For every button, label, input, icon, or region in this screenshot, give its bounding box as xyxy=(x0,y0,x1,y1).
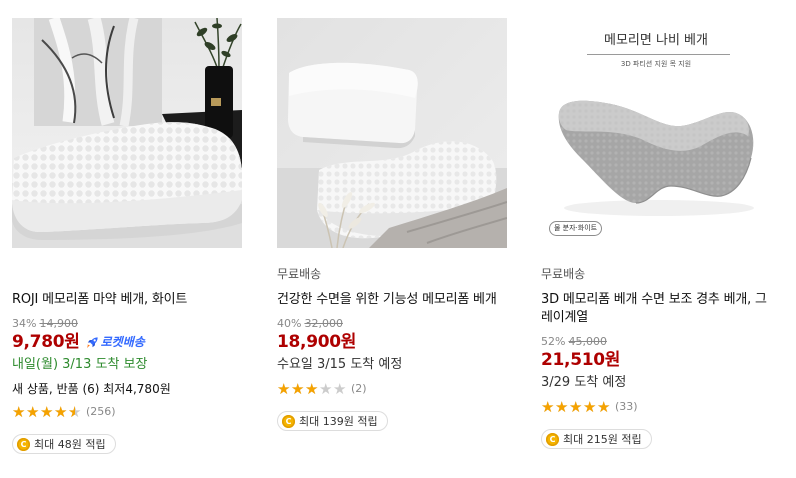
rating: (2) xyxy=(277,381,507,397)
coin-icon: C xyxy=(282,414,295,428)
star-icon xyxy=(40,404,54,420)
star-icon xyxy=(68,404,82,420)
sale-price: 18,900원 xyxy=(277,332,357,352)
original-price-row: 34% 14,900 xyxy=(12,317,242,331)
product-image[interactable]: 메모리면 나비 베개 3D 파티션 지원 목 지원 물 분자·화이트 xyxy=(541,18,771,248)
product-title[interactable]: ROJI 메모리폼 마약 베개, 화이트 xyxy=(12,291,242,309)
coin-icon: C xyxy=(17,437,30,451)
discount-rate: 52% xyxy=(541,335,566,348)
product-title[interactable]: 건강한 수면을 위한 기능성 메모리폼 베개 xyxy=(277,291,507,309)
rating: (33) xyxy=(541,399,771,415)
product-grid: ROJI 메모리폼 마약 베개, 화이트 34% 14,900 9,780원 로켓… xyxy=(0,0,796,478)
star-icon xyxy=(583,399,597,415)
star-icon xyxy=(54,404,68,420)
original-price-row: 40% 32,000 xyxy=(277,317,507,331)
reward-label: 최대 139원 적립 xyxy=(299,415,378,428)
sale-price-row: 18,900원 xyxy=(277,332,507,352)
review-count: (2) xyxy=(351,382,367,395)
star-icon xyxy=(305,381,319,397)
rating: (256) xyxy=(12,404,242,420)
review-count: (33) xyxy=(615,400,638,413)
original-price: 45,000 xyxy=(568,335,607,348)
product-image[interactable] xyxy=(12,18,242,248)
sale-price: 21,510원 xyxy=(541,350,621,370)
coin-icon: C xyxy=(546,432,559,446)
delivery-tag: 무료배송 xyxy=(541,267,586,281)
image-tag: 물 분자·화이트 xyxy=(549,221,603,236)
star-icon xyxy=(291,381,305,397)
product-title[interactable]: 3D 메모리폼 베개 수면 보조 경추 베개, 그레이계열 xyxy=(541,291,771,327)
used-item-info[interactable]: 새 상품, 반품 (6) 최저4,780원 xyxy=(12,381,242,397)
original-price-row: 52% 45,000 xyxy=(541,335,771,349)
discount-rate: 40% xyxy=(277,317,302,330)
discount-rate: 34% xyxy=(12,317,37,330)
product-card[interactable]: 메모리면 나비 베개 3D 파티션 지원 목 지원 물 분자·화이트 무료배송 … xyxy=(541,18,771,449)
product-card[interactable]: 무료배송 건강한 수면을 위한 기능성 메모리폼 베개 40% 32,000 18… xyxy=(277,18,507,431)
star-icon xyxy=(555,399,569,415)
rocket-icon xyxy=(85,335,100,350)
original-price: 32,000 xyxy=(304,317,343,330)
star-icon xyxy=(333,381,347,397)
star-icon xyxy=(541,399,555,415)
image-headline: 메모리면 나비 베개 xyxy=(604,33,708,48)
product-card[interactable]: ROJI 메모리폼 마약 베개, 화이트 34% 14,900 9,780원 로켓… xyxy=(12,18,242,454)
arrival-info: 3/29 도착 예정 xyxy=(541,375,627,390)
image-subheadline: 3D 파티션 지원 목 지원 xyxy=(620,60,692,68)
star-icon xyxy=(26,404,40,420)
reward-badge: C 최대 139원 적립 xyxy=(277,411,388,431)
delivery-tag: 무료배송 xyxy=(277,267,322,281)
sale-price: 9,780원 xyxy=(12,332,80,352)
original-price: 14,900 xyxy=(39,317,78,330)
star-icon xyxy=(319,381,333,397)
rocket-badge-label: 로켓배송 xyxy=(100,335,145,349)
star-icon xyxy=(569,399,583,415)
headline-divider xyxy=(587,54,730,55)
sale-price-row: 9,780원 로켓배송 xyxy=(12,332,242,352)
review-count: (256) xyxy=(86,405,116,418)
sale-price-row: 21,510원 xyxy=(541,350,771,370)
star-icon xyxy=(277,381,291,397)
reward-label: 최대 215원 적립 xyxy=(563,433,642,446)
rocket-delivery-badge: 로켓배송 xyxy=(85,332,145,352)
star-icon xyxy=(597,399,611,415)
reward-badge: C 최대 215원 적립 xyxy=(541,429,652,449)
product-image[interactable] xyxy=(277,18,507,248)
star-icon xyxy=(12,404,26,420)
reward-label: 최대 48원 적립 xyxy=(34,438,106,451)
arrival-info: 내일(월) 3/13 도착 보장 xyxy=(12,357,148,372)
reward-badge: C 최대 48원 적립 xyxy=(12,434,116,454)
delivery-tag xyxy=(12,266,242,282)
arrival-info: 수요일 3/15 도착 예정 xyxy=(277,357,403,372)
